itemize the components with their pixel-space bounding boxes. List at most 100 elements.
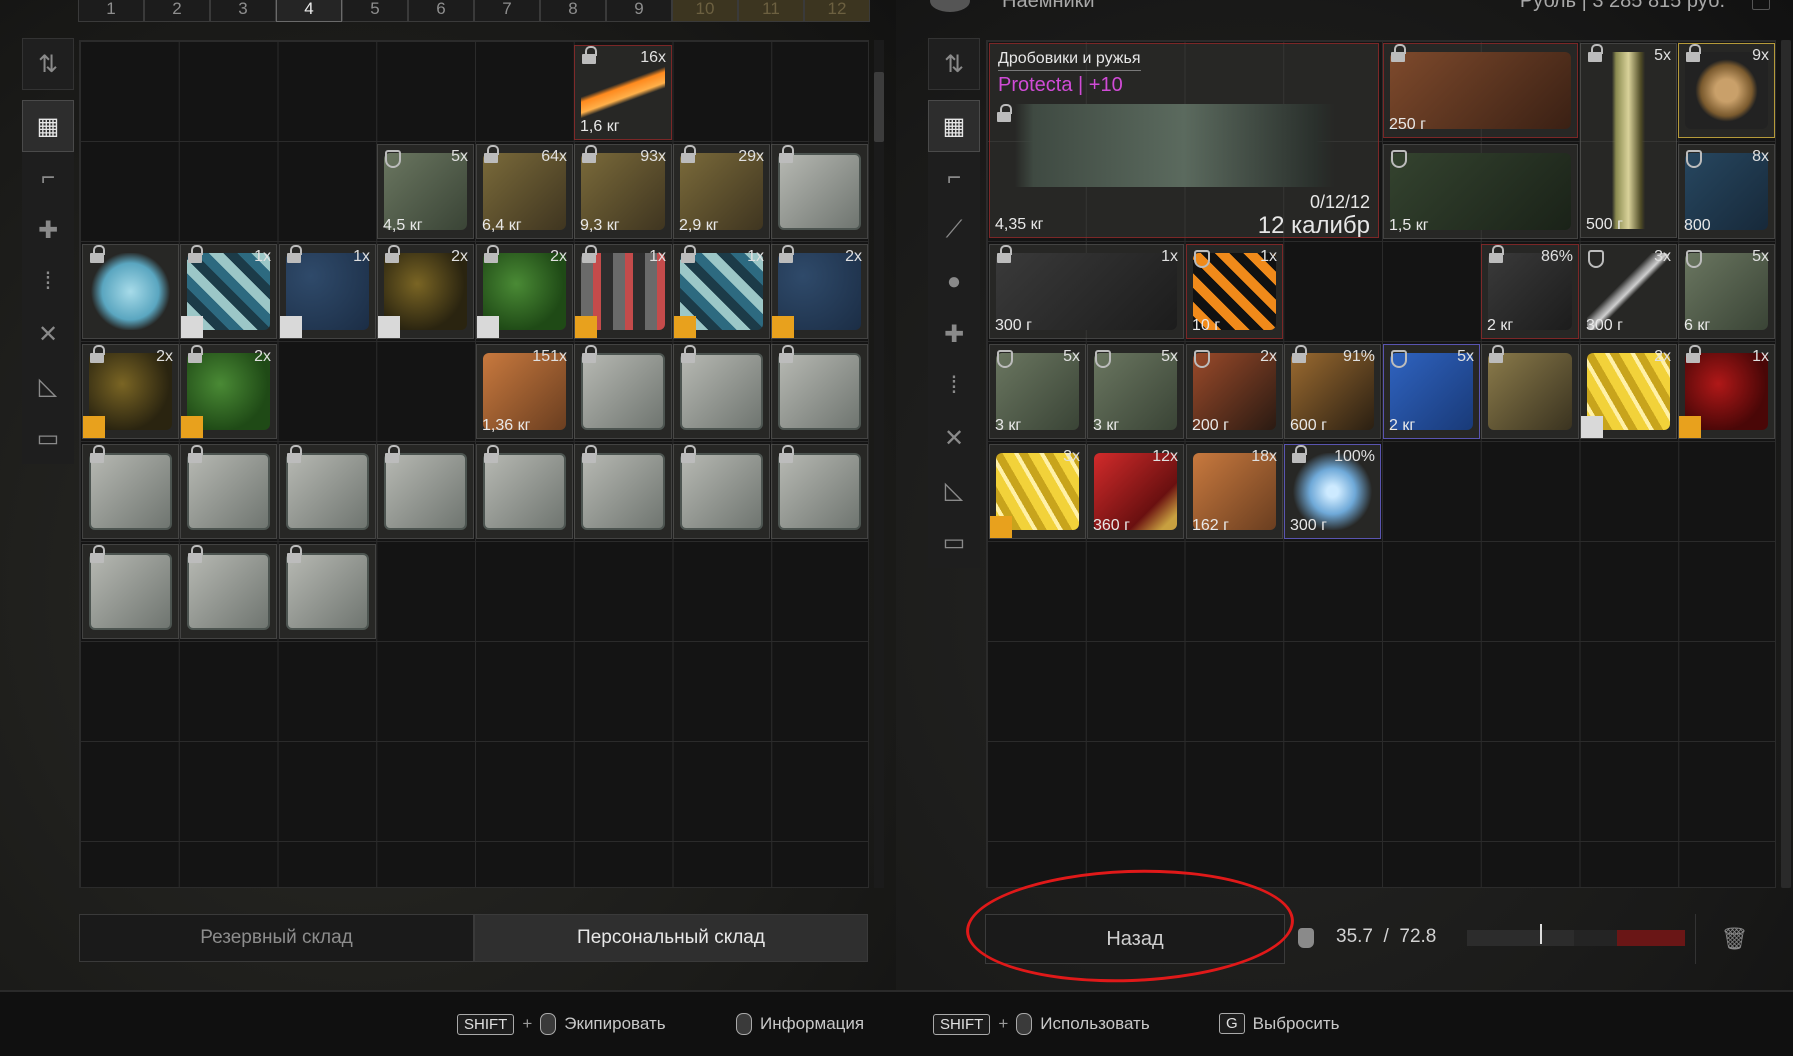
- grid-item-keytag[interactable]: [1481, 344, 1579, 439]
- page-tab-8[interactable]: 8: [540, 0, 606, 22]
- grid-item-tablet[interactable]: 86% 2 кг: [1481, 244, 1579, 339]
- grid-item-camo[interactable]: 1x: [574, 244, 672, 339]
- page-tab-3[interactable]: 3: [210, 0, 276, 22]
- page-tab-1[interactable]: 1: [78, 0, 144, 22]
- grid-item-bag[interactable]: 5x 6 кг: [1678, 244, 1775, 339]
- left-scroll-thumb[interactable]: [874, 72, 884, 142]
- grid-item-book[interactable]: 8x 800: [1678, 144, 1775, 239]
- grid-item-camo[interactable]: 2x: [377, 244, 474, 339]
- grid-item-honeycomb-camo[interactable]: 3x: [989, 444, 1086, 539]
- grid-item-bag[interactable]: 5x 3 кг: [1087, 344, 1184, 439]
- weapon-filter-icon[interactable]: ⌐: [22, 152, 74, 204]
- page-tab-6[interactable]: 6: [408, 0, 474, 22]
- grid-all-icon[interactable]: ▦: [22, 100, 74, 152]
- item-weight: 360 г: [1093, 517, 1130, 534]
- tools-filter-icon-right[interactable]: ✕: [928, 412, 980, 464]
- grid-item-case[interactable]: [574, 344, 672, 439]
- misc-filter-icon-right[interactable]: ◺: [928, 464, 980, 516]
- melee-filter-icon-right[interactable]: ⟋: [928, 204, 980, 256]
- grid-item-case[interactable]: [180, 544, 277, 639]
- tools-filter-icon[interactable]: ✕: [22, 308, 74, 360]
- page-tab-7[interactable]: 7: [474, 0, 540, 22]
- trader-stash-grid[interactable]: Дробовики и ружья Protecta | +10 0/12/12…: [986, 40, 1776, 888]
- weapon-filter-icon-right[interactable]: ⌐: [928, 152, 980, 204]
- grid-item-honeycomb-camo[interactable]: 2x: [1580, 344, 1677, 439]
- reserve-stash-tab[interactable]: Резервный склад: [79, 914, 474, 962]
- grid-item-case[interactable]: [771, 144, 868, 239]
- trash-icon[interactable]: 🗑: [1695, 914, 1773, 964]
- grenade-filter-icon-right[interactable]: ●: [928, 256, 980, 308]
- grid-item-camo[interactable]: 1x: [279, 244, 376, 339]
- grid-item-compass[interactable]: 9x: [1678, 43, 1775, 138]
- grid-item-crystal[interactable]: 100% 300 г: [1284, 444, 1381, 539]
- grid-item-case[interactable]: [574, 444, 672, 539]
- grid-item-bottle[interactable]: 5x 500 г: [1580, 43, 1677, 238]
- grid-item-case[interactable]: [476, 444, 573, 539]
- grid-item-camo[interactable]: 2x: [82, 344, 179, 439]
- page-tab-2[interactable]: 2: [144, 0, 210, 22]
- grid-item-ammo[interactable]: 18x 162 г: [1186, 444, 1283, 539]
- page-tab-4[interactable]: 4: [276, 0, 342, 22]
- item-count: 1x: [1161, 248, 1178, 265]
- grid-item-flare-gun[interactable]: 2x 200 г: [1186, 344, 1283, 439]
- grid-item-case[interactable]: [180, 444, 277, 539]
- grid-item-can-beans[interactable]: 29x 2,9 кг: [673, 144, 770, 239]
- grid-item-case[interactable]: [377, 444, 474, 539]
- personal-stash-tab[interactable]: Персональный склад: [474, 914, 868, 962]
- grid-item-wallet[interactable]: 250 г: [1383, 43, 1578, 138]
- grid-item-case[interactable]: [82, 544, 179, 639]
- grid-item-case[interactable]: [673, 344, 770, 439]
- grid-item-supply[interactable]: 1x 10 г: [1186, 244, 1283, 339]
- grid-item-shotgun-shells[interactable]: 12x 360 г: [1087, 444, 1184, 539]
- container-filter-icon[interactable]: ▭: [22, 412, 74, 464]
- misc-filter-icon[interactable]: ◺: [22, 360, 74, 412]
- right-scrollbar[interactable]: [1781, 40, 1791, 888]
- grid-item-ammo[interactable]: 151x 1,36 кг: [476, 344, 573, 439]
- medical-filter-icon-right[interactable]: ✚: [928, 308, 980, 360]
- grid-item-flare[interactable]: 16x 1,6 кг: [574, 45, 672, 140]
- shield-icon: [385, 150, 401, 168]
- grid-item-bag[interactable]: 5x 4,5 кг: [377, 144, 474, 239]
- sort-icon-right[interactable]: ⇅: [928, 38, 980, 90]
- item-count: 29x: [738, 148, 764, 165]
- grid-item-knife[interactable]: 3x 300 г: [1580, 244, 1677, 339]
- grid-item-gauge[interactable]: 91% 600 г: [1284, 344, 1381, 439]
- grid-item-green-case[interactable]: 1,5 кг: [1383, 144, 1578, 239]
- left-scrollbar[interactable]: [874, 40, 884, 888]
- grid-item-red-camo[interactable]: 1x: [1678, 344, 1775, 439]
- grid-item-case[interactable]: [771, 444, 868, 539]
- page-tab-12[interactable]: 12: [804, 0, 870, 22]
- grid-item-camo[interactable]: 1x: [180, 244, 277, 339]
- page-tab-9[interactable]: 9: [606, 0, 672, 22]
- grid-item-snowflake[interactable]: [82, 244, 179, 339]
- grid-item-camo[interactable]: 2x: [180, 344, 277, 439]
- back-button[interactable]: Назад: [985, 914, 1285, 964]
- grid-item-case[interactable]: [82, 444, 179, 539]
- grid-item-can-peas[interactable]: 64x 6,4 кг: [476, 144, 573, 239]
- grid-item-case[interactable]: [279, 544, 376, 639]
- grid-item-camo[interactable]: 2x: [771, 244, 868, 339]
- item-count: 5x: [1161, 348, 1178, 365]
- right-scroll-thumb[interactable]: [1781, 40, 1791, 888]
- grid-item-medkit[interactable]: 5x 2 кг: [1383, 344, 1480, 439]
- page-tab-5[interactable]: 5: [342, 0, 408, 22]
- ammo-filter-icon-right[interactable]: ⁞: [928, 360, 980, 412]
- grid-item-bag[interactable]: 5x 3 кг: [989, 344, 1086, 439]
- page-tab-11[interactable]: 11: [738, 0, 804, 22]
- sort-icon[interactable]: ⇅: [22, 38, 74, 90]
- grid-item-dark-case[interactable]: 1x 300 г: [989, 244, 1184, 339]
- personal-stash-grid[interactable]: 16x 1,6 кг 5x 4,5 кг 64x 6,4 кг 93x 9,3 …: [79, 40, 869, 888]
- grid-item-case[interactable]: [279, 444, 376, 539]
- header-button[interactable]: [1752, 0, 1770, 10]
- grid-all-icon-right[interactable]: ▦: [928, 100, 980, 152]
- medical-filter-icon[interactable]: ✚: [22, 204, 74, 256]
- grid-item-case[interactable]: [673, 444, 770, 539]
- container-filter-icon-right[interactable]: ▭: [928, 516, 980, 568]
- grid-item-camo[interactable]: 1x: [673, 244, 770, 339]
- grid-item-can-pickles[interactable]: 93x 9,3 кг: [574, 144, 672, 239]
- grid-item-case[interactable]: [771, 344, 868, 439]
- ammo-filter-icon[interactable]: ⁞: [22, 256, 74, 308]
- page-tab-10[interactable]: 10: [672, 0, 738, 22]
- grid-item-camo[interactable]: 2x: [476, 244, 573, 339]
- grid-item-weapon[interactable]: Дробовики и ружья Protecta | +10 0/12/12…: [989, 43, 1379, 238]
